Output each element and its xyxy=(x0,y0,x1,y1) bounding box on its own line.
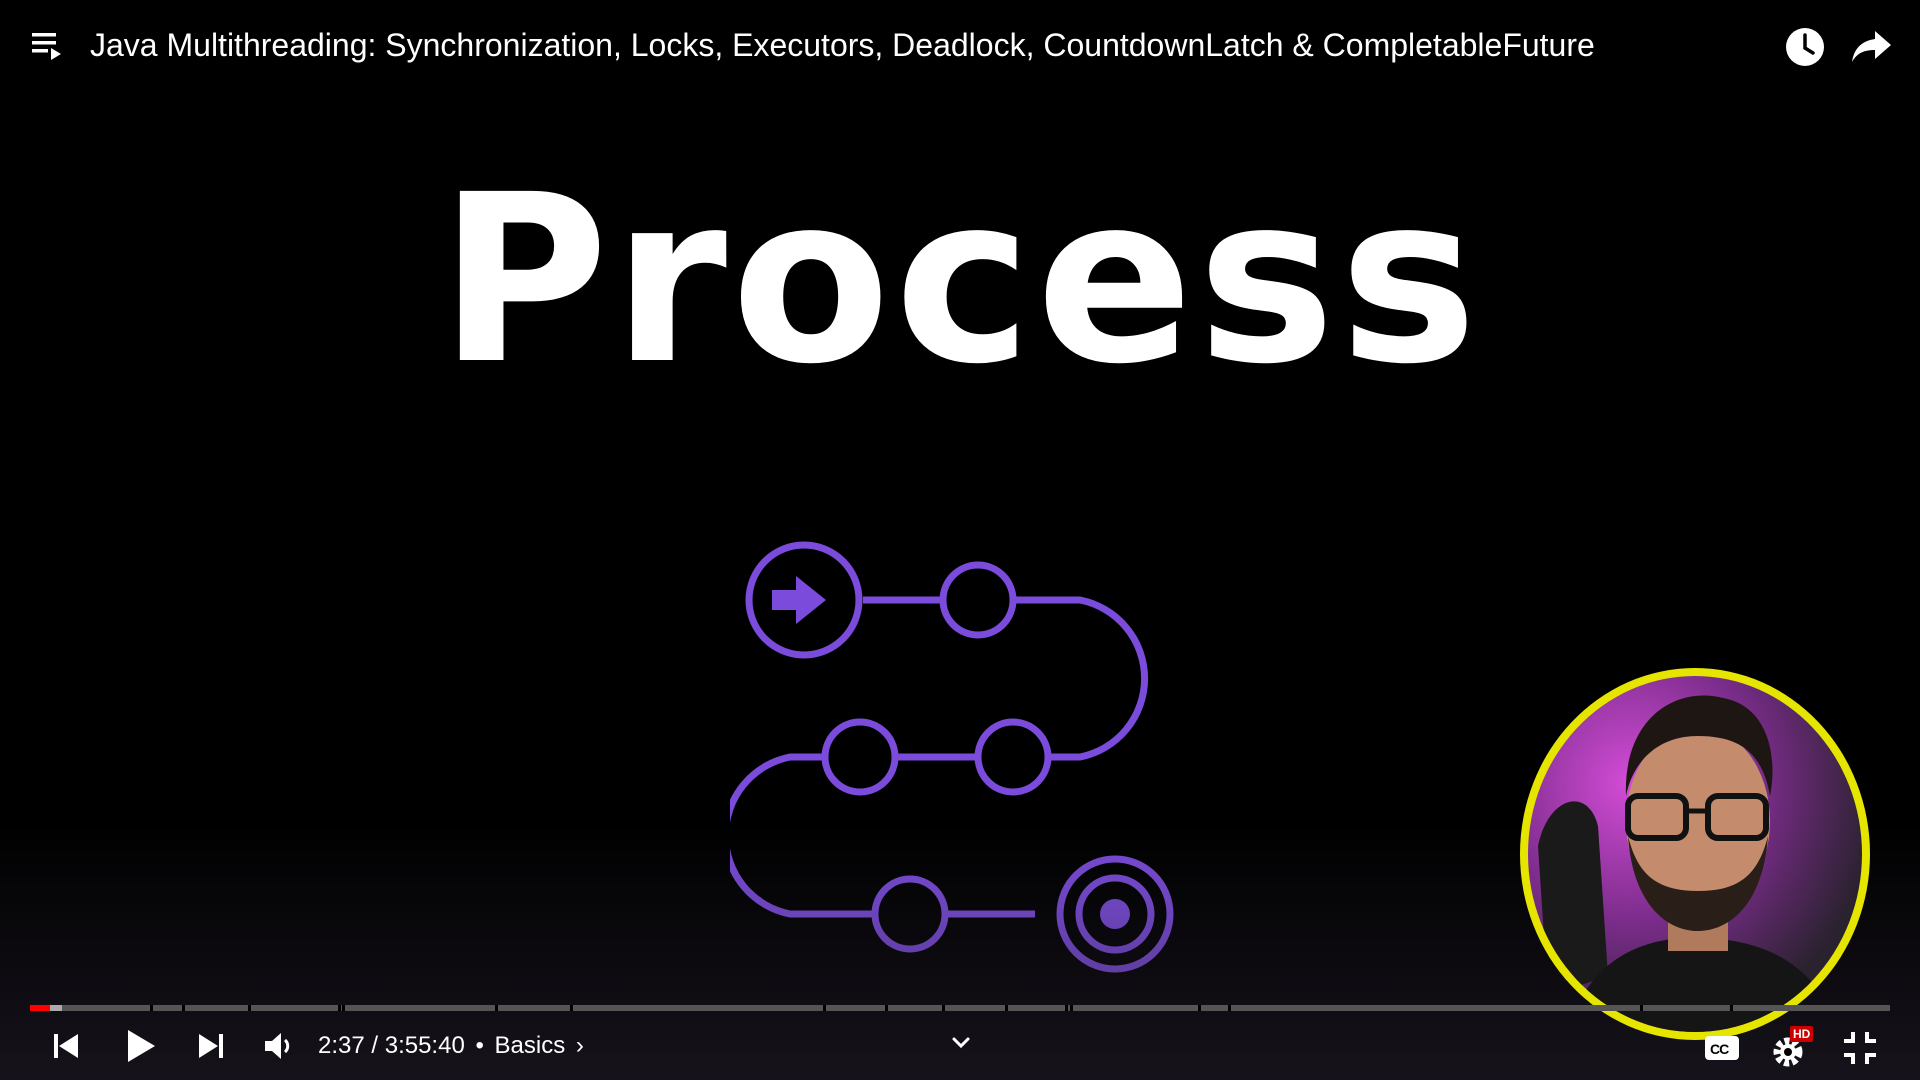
chapter-title[interactable]: Basics xyxy=(495,1032,566,1059)
hd-badge: HD xyxy=(1790,1026,1814,1042)
chapter-marker xyxy=(248,1005,251,1011)
video-title[interactable]: Java Multithreading: Synchronization, Lo… xyxy=(90,24,1595,66)
chapter-separator: • xyxy=(475,1032,484,1059)
chapter-marker xyxy=(1070,1005,1073,1011)
cc-label: CC xyxy=(1710,1041,1729,1057)
title-bar: Java Multithreading: Synchronization, Lo… xyxy=(0,0,1920,90)
next-video-button[interactable] xyxy=(187,1022,235,1070)
chapter-marker xyxy=(1640,1005,1643,1011)
chapter-marker xyxy=(885,1005,888,1011)
volume-button[interactable] xyxy=(255,1022,303,1070)
chapter-chevron-icon[interactable]: › xyxy=(576,1032,584,1059)
share-arrow-icon[interactable] xyxy=(1850,25,1894,69)
play-button[interactable] xyxy=(115,1022,163,1070)
chapter-marker xyxy=(942,1005,945,1011)
progress-bar[interactable] xyxy=(30,1005,1890,1011)
chapter-marker xyxy=(338,1005,341,1011)
slide-heading: Process xyxy=(438,145,1482,415)
clock-icon[interactable] xyxy=(1783,25,1827,69)
chapter-marker xyxy=(495,1005,498,1011)
chapter-marker xyxy=(150,1005,153,1011)
progress-played xyxy=(30,1005,50,1011)
settings-button[interactable]: HD xyxy=(1768,1024,1816,1072)
chapter-marker xyxy=(182,1005,185,1011)
previous-video-button[interactable] xyxy=(42,1022,90,1070)
volume-icon xyxy=(265,1033,290,1059)
playlist-icon[interactable] xyxy=(30,28,66,64)
chapter-marker xyxy=(1005,1005,1008,1011)
skip-next-icon xyxy=(199,1034,223,1058)
skip-previous-icon xyxy=(54,1034,78,1058)
chapter-marker xyxy=(1730,1005,1733,1011)
chapter-marker xyxy=(1198,1005,1201,1011)
presenter-avatar xyxy=(1520,668,1870,1040)
chapter-marker xyxy=(570,1005,573,1011)
exit-fullscreen-button[interactable] xyxy=(1838,1026,1882,1070)
time-and-chapter: 2:37 / 3:55:40 • Basics › xyxy=(318,1030,584,1062)
chapter-marker xyxy=(1228,1005,1231,1011)
progress-buffered xyxy=(50,1005,62,1011)
chevron-down-icon[interactable] xyxy=(946,1028,976,1058)
time-display: 2:37 / 3:55:40 xyxy=(318,1032,465,1059)
chapter-marker xyxy=(823,1005,826,1011)
chapter-marker xyxy=(1065,1005,1068,1011)
chapter-marker xyxy=(342,1005,345,1011)
subtitles-button[interactable]: CC xyxy=(1702,1030,1742,1066)
exit-fullscreen-icon xyxy=(1844,1032,1876,1064)
play-icon xyxy=(128,1030,155,1062)
